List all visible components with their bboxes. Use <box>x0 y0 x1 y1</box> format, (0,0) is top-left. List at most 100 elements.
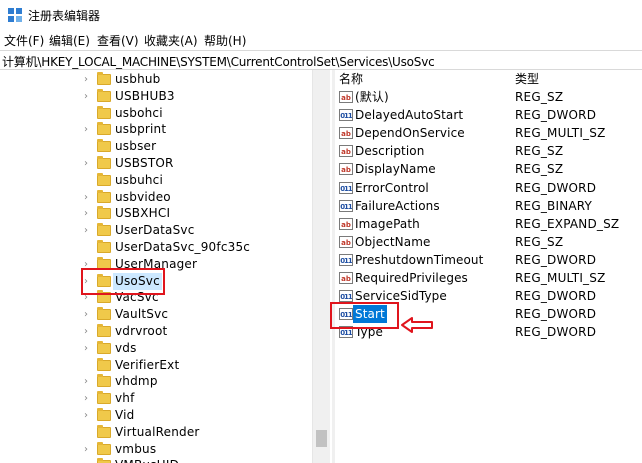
chevron-right-icon[interactable]: › <box>84 205 94 222</box>
value-row[interactable]: 011 ErrorControl REG_DWORD <box>335 179 642 197</box>
tree-annotation-box <box>81 268 165 295</box>
value-type: REG_DWORD <box>515 180 597 195</box>
tree-item[interactable]: › USBSTOR <box>0 155 312 172</box>
menu-edit[interactable]: 编辑(E) <box>49 32 90 49</box>
menu-view[interactable]: 查看(V) <box>97 32 139 49</box>
binary-value-icon: 011 <box>339 181 353 194</box>
column-header-name[interactable]: 名称 <box>339 70 363 88</box>
value-row[interactable]: ab (默认) REG_SZ <box>335 88 642 106</box>
tree-item[interactable]: › vhf <box>0 390 312 407</box>
value-row[interactable]: 011 FailureActions REG_BINARY <box>335 197 642 215</box>
value-name: Description <box>355 144 425 159</box>
chevron-right-icon[interactable]: › <box>84 306 94 323</box>
tree-item[interactable]: VerifierExt <box>0 357 312 374</box>
value-type: REG_SZ <box>515 234 564 249</box>
folder-icon <box>97 324 111 337</box>
address-path[interactable]: 计算机\HKEY_LOCAL_MACHINE\SYSTEM\CurrentCon… <box>2 53 435 70</box>
tree-scrollbar[interactable] <box>312 70 330 463</box>
tree-item[interactable]: › USBHUB3 <box>0 88 312 105</box>
address-bar[interactable]: 计算机\HKEY_LOCAL_MACHINE\SYSTEM\CurrentCon… <box>0 50 642 70</box>
chevron-right-icon[interactable]: › <box>84 373 94 390</box>
value-type: REG_SZ <box>515 162 564 177</box>
value-name: DelayedAutoStart <box>355 108 464 123</box>
column-header-type[interactable]: 类型 <box>515 70 539 88</box>
chevron-right-icon[interactable]: › <box>84 71 94 88</box>
chevron-right-icon[interactable]: › <box>84 189 94 206</box>
chevron-right-icon[interactable]: › <box>84 88 94 105</box>
value-name: (默认) <box>355 90 389 104</box>
tree-item-label: VerifierExt <box>115 357 180 372</box>
value-type: REG_MULTI_SZ <box>515 271 606 285</box>
tree-item[interactable]: › vdrvroot <box>0 323 312 340</box>
menu-favorites[interactable]: 收藏夹(A) <box>144 32 198 49</box>
value-row[interactable]: 011 DelayedAutoStart REG_DWORD <box>335 106 642 124</box>
values-list[interactable]: 名称 类型 ab (默认) REG_SZ 011 DelayedAutoStart REG… <box>335 70 642 463</box>
tree-item-label: usbvideo <box>115 189 171 204</box>
chevron-right-icon[interactable]: › <box>84 390 94 407</box>
value-row[interactable]: ab DisplayName REG_SZ <box>335 160 642 178</box>
tree-item-label: VaultSvc <box>115 307 169 322</box>
tree-item[interactable]: › usbhub <box>0 71 312 88</box>
scrollbar-thumb[interactable] <box>316 430 327 447</box>
tree-item[interactable]: › USBXHCI <box>0 205 312 222</box>
value-type: REG_DWORD <box>515 252 597 267</box>
value-row[interactable]: ab Description REG_SZ <box>335 142 642 160</box>
tree-item[interactable]: › vmbus <box>0 441 312 458</box>
tree-item[interactable]: usbser <box>0 138 312 155</box>
value-type: REG_EXPAND_SZ <box>515 216 620 231</box>
chevron-right-icon[interactable]: › <box>84 323 94 340</box>
window-title: 注册表编辑器 <box>28 9 101 23</box>
value-type: REG_DWORD <box>515 325 597 340</box>
chevron-right-icon[interactable]: › <box>84 457 94 463</box>
tree-item-label: Vid <box>115 408 135 422</box>
tree-item[interactable]: › vds <box>0 340 312 357</box>
tree-item[interactable]: › vhdmp <box>0 373 312 390</box>
folder-icon <box>97 441 111 455</box>
chevron-right-icon[interactable]: › <box>84 407 94 424</box>
value-name: RequiredPrivileges <box>355 271 468 285</box>
tree-item[interactable]: usbohci <box>0 105 312 122</box>
folder-icon <box>97 408 111 421</box>
tree-item[interactable]: › VaultSvc <box>0 306 312 323</box>
tree-item-label: UserDataSvc <box>115 223 195 238</box>
value-name: FailureActions <box>355 198 440 213</box>
value-row[interactable]: ab ImagePath REG_EXPAND_SZ <box>335 215 642 233</box>
value-name: PreshutdownTimeout <box>355 252 484 267</box>
menu-file[interactable]: 文件(F) <box>4 32 44 49</box>
value-type: REG_SZ <box>515 144 564 159</box>
tree-item-label: vhf <box>115 391 135 406</box>
tree-item-label: VMBusHID <box>115 457 179 463</box>
value-row[interactable]: ab ObjectName REG_SZ <box>335 233 642 251</box>
binary-value-icon: 011 <box>339 109 353 122</box>
folder-icon <box>97 223 111 237</box>
chevron-right-icon[interactable]: › <box>84 155 94 172</box>
tree-item[interactable]: UserDataSvc_90fc35c <box>0 239 312 256</box>
chevron-right-icon[interactable]: › <box>84 121 94 138</box>
value-type: REG_DWORD <box>515 307 597 322</box>
chevron-right-icon[interactable]: › <box>84 222 94 239</box>
folder-icon <box>97 189 111 203</box>
value-row[interactable]: ab DependOnService REG_MULTI_SZ <box>335 124 642 142</box>
folder-icon <box>97 72 111 85</box>
string-value-icon: ab <box>339 127 353 140</box>
key-tree[interactable]: › usbhub › USBHUB3 usbohci › usbprint usbser › US… <box>0 70 332 463</box>
tree-item[interactable]: › VMBusHID <box>0 457 312 463</box>
tree-item-label: UserDataSvc_90fc35c <box>115 240 251 254</box>
folder-icon <box>97 424 111 438</box>
menu-help[interactable]: 帮助(H) <box>204 32 246 49</box>
tree-item[interactable]: › usbprint <box>0 121 312 138</box>
folder-icon <box>97 105 111 119</box>
value-row[interactable]: ab RequiredPrivileges REG_MULTI_SZ <box>335 269 642 287</box>
value-row[interactable]: 011 PreshutdownTimeout REG_DWORD <box>335 251 642 269</box>
string-value-icon: ab <box>339 272 353 284</box>
tree-item[interactable]: usbuhci <box>0 172 312 189</box>
tree-item[interactable]: › Vid <box>0 407 312 424</box>
tree-item[interactable]: › UserDataSvc <box>0 222 312 239</box>
regedit-icon <box>8 8 22 22</box>
chevron-right-icon[interactable]: › <box>84 340 94 357</box>
value-type: REG_SZ <box>515 90 564 104</box>
tree-item[interactable]: › usbvideo <box>0 189 312 206</box>
tree-item[interactable]: VirtualRender <box>0 424 312 441</box>
chevron-right-icon[interactable]: › <box>84 441 94 458</box>
value-type: REG_MULTI_SZ <box>515 126 606 141</box>
